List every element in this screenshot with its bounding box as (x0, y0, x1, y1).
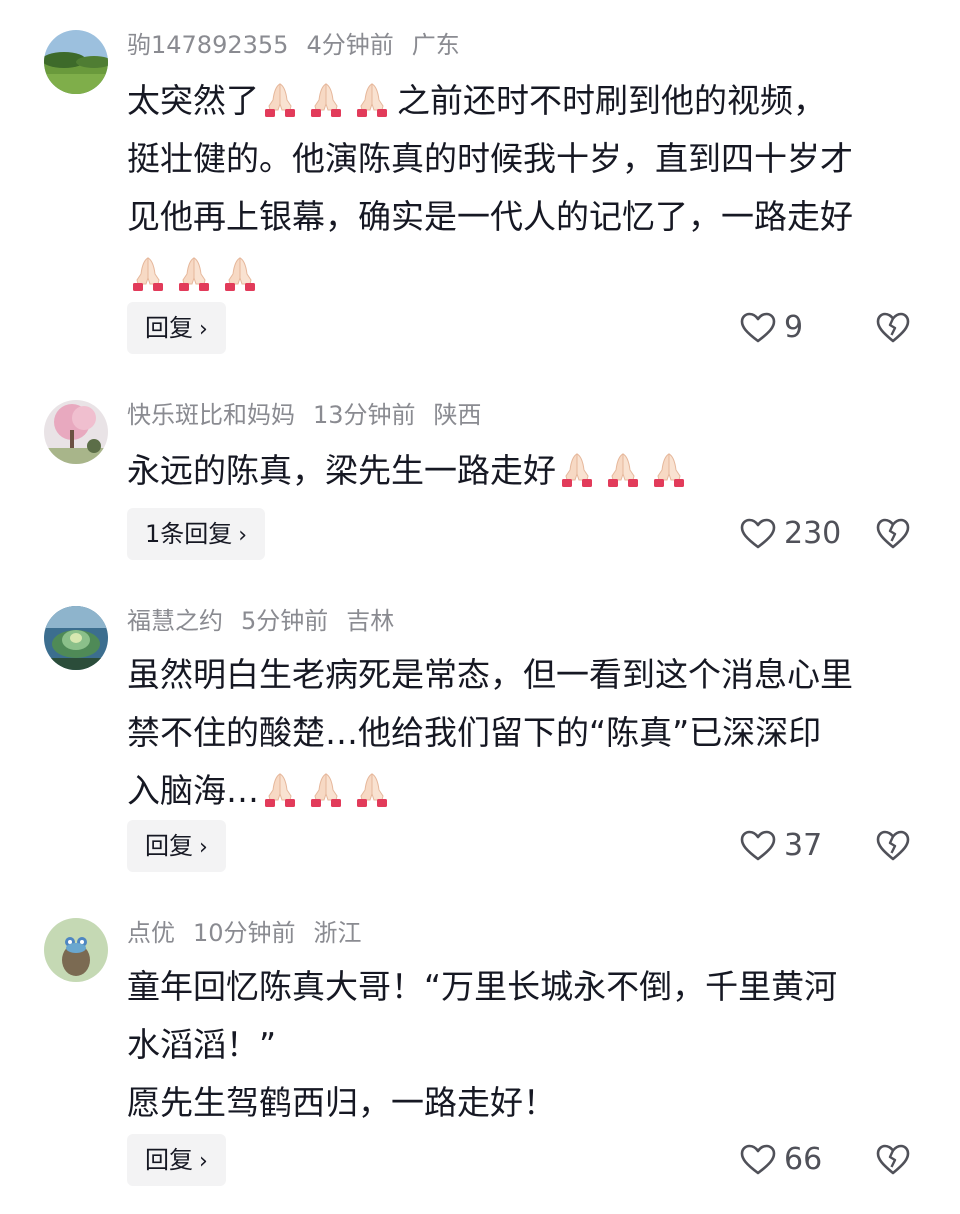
comment-meta: 点优 10分钟前 浙江 (127, 918, 380, 948)
comment-meta: 快乐斑比和妈妈 13分钟前 陕西 (127, 400, 500, 430)
heart-outline-icon[interactable] (740, 830, 776, 862)
timestamp: 10分钟前 (193, 919, 296, 947)
username[interactable]: 快乐斑比和妈妈 (127, 401, 295, 429)
chevron-right-icon: › (238, 523, 248, 548)
username[interactable]: 驹147892355 (127, 31, 288, 59)
reply-label: 回复 (145, 832, 193, 860)
chevron-right-icon: › (199, 317, 208, 342)
like-count: 66 (784, 1142, 823, 1177)
reply-button[interactable]: 回复 › (127, 302, 226, 354)
like-count: 230 (784, 516, 842, 551)
chevron-right-icon: › (199, 835, 208, 860)
username[interactable]: 点优 (127, 919, 175, 947)
location: 浙江 (313, 919, 362, 947)
folded-hands-emoji (259, 770, 301, 808)
timestamp: 13分钟前 (313, 401, 416, 429)
comment-text: 永远的陈真，梁先生一路走好 (127, 442, 927, 500)
comment-line: 虽然明白生老病死是常态，但一看到这个消息心里 (127, 655, 853, 694)
broken-heart-icon[interactable] (876, 518, 910, 550)
location: 陕西 (433, 401, 482, 429)
broken-heart-icon[interactable] (876, 1144, 910, 1176)
like-count: 37 (784, 828, 823, 863)
reply-button[interactable]: 回复 › (127, 1134, 226, 1186)
folded-hands-emoji (602, 450, 644, 488)
folded-hands-emoji (351, 80, 393, 118)
folded-hands-emoji (556, 450, 598, 488)
comment-text: 童年回忆陈真大哥！“万里长城永不倒，千里黄河 水滔滔！” 愿先生驾鹤西归，一路走… (127, 958, 927, 1132)
comment-line: 童年回忆陈真大哥！“万里长城永不倒，千里黄河 (127, 967, 838, 1006)
location: 吉林 (346, 607, 395, 635)
comment-line: 禁不住的酸楚…他给我们留下的“陈真”已深深印 (127, 713, 822, 752)
folded-hands-emoji (127, 254, 169, 292)
reply-label: 1条回复 (145, 520, 233, 548)
heart-outline-icon[interactable] (740, 1144, 776, 1176)
heart-outline-icon[interactable] (740, 312, 776, 344)
comment-line: 太突然了 (127, 81, 259, 120)
reply-label: 回复 (145, 314, 193, 342)
broken-heart-icon[interactable] (876, 312, 910, 344)
folded-hands-emoji (219, 254, 261, 292)
comment-text: 虽然明白生老病死是常态，但一看到这个消息心里 禁不住的酸楚…他给我们留下的“陈真… (127, 646, 927, 820)
comment-line: 入脑海… (127, 771, 259, 810)
folded-hands-emoji (305, 80, 347, 118)
comment-line: 永远的陈真，梁先生一路走好 (127, 451, 556, 490)
heart-outline-icon[interactable] (740, 518, 776, 550)
folded-hands-emoji (648, 450, 690, 488)
avatar[interactable] (44, 918, 108, 982)
folded-hands-emoji (351, 770, 393, 808)
comment-meta: 驹147892355 4分钟前 广东 (127, 30, 478, 60)
folded-hands-emoji (305, 770, 347, 808)
username[interactable]: 福慧之约 (127, 607, 223, 635)
comment-text: 太突然了 之前还时不时刷到他的视频， 挺壮健的。他演陈真的时候我十岁，直到四十岁才… (127, 72, 927, 304)
comment-line: 见他再上银幕，确实是一代人的记忆了，一路走好 (127, 197, 853, 236)
comment-line: 之前还时不时刷到他的视频， (397, 81, 826, 120)
reply-button[interactable]: 1条回复 › (127, 508, 266, 560)
reply-button[interactable]: 回复 › (127, 820, 226, 872)
timestamp: 5分钟前 (241, 607, 329, 635)
comment-meta: 福慧之约 5分钟前 吉林 (127, 606, 412, 636)
reply-label: 回复 (145, 1146, 193, 1174)
timestamp: 4分钟前 (306, 31, 394, 59)
comment-line: 挺壮健的。他演陈真的时候我十岁，直到四十岁才 (127, 139, 853, 178)
location: 广东 (411, 31, 460, 59)
avatar[interactable] (44, 606, 108, 670)
like-count: 9 (784, 310, 804, 345)
folded-hands-emoji (173, 254, 215, 292)
comment-line: 水滔滔！” (127, 1025, 277, 1064)
avatar[interactable] (44, 400, 108, 464)
chevron-right-icon: › (199, 1149, 208, 1174)
folded-hands-emoji (259, 80, 301, 118)
avatar[interactable] (44, 30, 108, 94)
broken-heart-icon[interactable] (876, 830, 910, 862)
comment-line: 愿先生驾鹤西归，一路走好！ (127, 1083, 556, 1122)
